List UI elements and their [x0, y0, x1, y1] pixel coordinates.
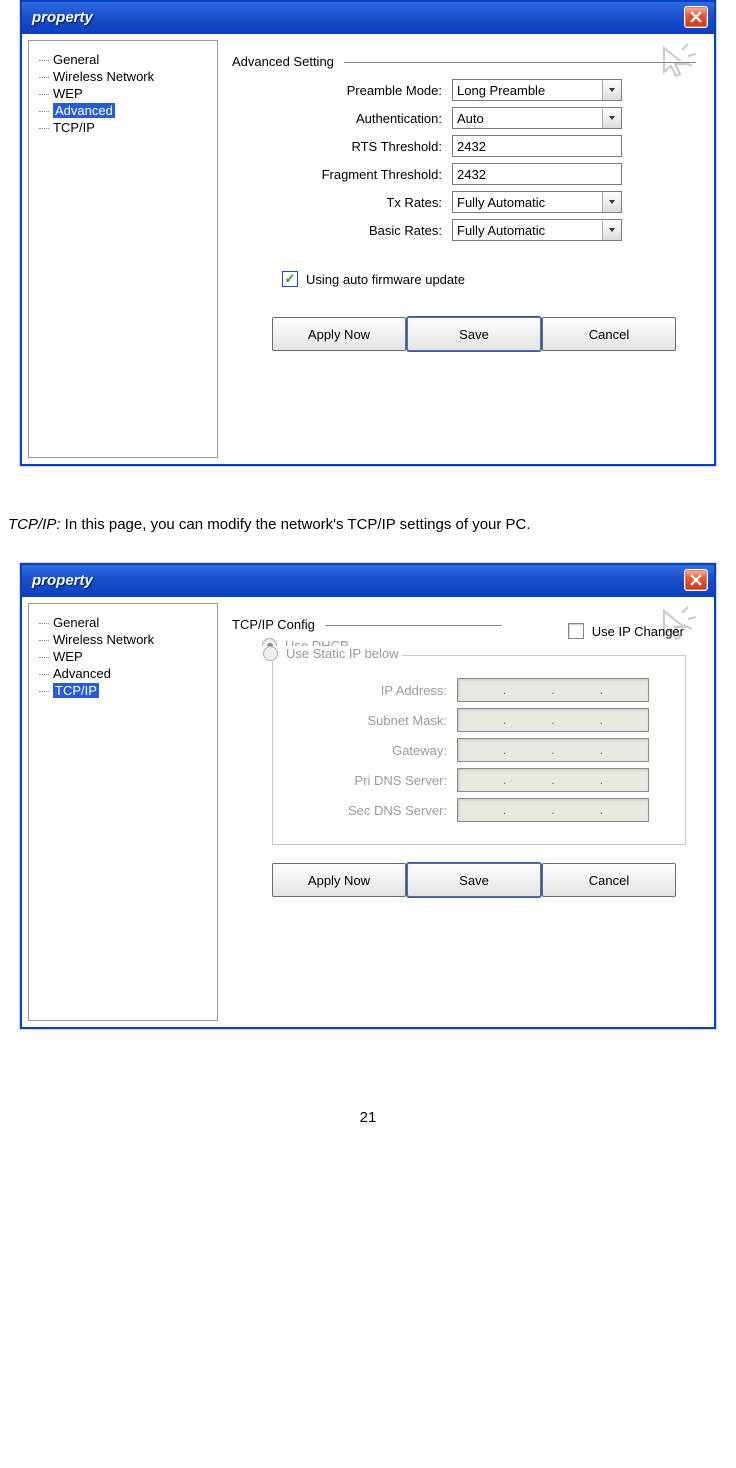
label-authentication: Authentication: — [232, 111, 452, 126]
tree-item-advanced[interactable]: Advanced — [35, 665, 211, 682]
caption-text: In this page, you can modify the network… — [61, 516, 531, 533]
label-ip-address: IP Address: — [277, 683, 457, 698]
tree-item-wep[interactable]: WEP — [35, 648, 211, 665]
label-pri-dns: Pri DNS Server: — [277, 773, 457, 788]
checkbox-auto-firmware-update[interactable] — [282, 271, 298, 287]
chevron-down-icon — [602, 220, 621, 240]
combo-basic-rates[interactable]: Fully Automatic — [452, 219, 622, 241]
save-button[interactable]: Save — [407, 317, 541, 351]
tree-item-general[interactable]: General — [35, 614, 211, 631]
chevron-down-icon — [602, 108, 621, 128]
tree-item-wep[interactable]: WEP — [35, 85, 211, 102]
save-button[interactable]: Save — [407, 863, 541, 897]
label-tx-rates: Tx Rates: — [232, 195, 452, 210]
cancel-button[interactable]: Cancel — [542, 317, 676, 351]
apply-now-button[interactable]: Apply Now — [272, 317, 406, 351]
input-pri-dns[interactable]: ... — [457, 768, 649, 792]
label-preamble-mode: Preamble Mode: — [232, 83, 452, 98]
label-subnet-mask: Subnet Mask: — [277, 713, 457, 728]
section-title: Advanced Setting — [232, 54, 344, 69]
input-sec-dns[interactable]: ... — [457, 798, 649, 822]
chevron-down-icon — [602, 192, 621, 212]
tree-item-tcpip[interactable]: TCP/IP — [35, 682, 211, 699]
titlebar[interactable]: property — [22, 565, 714, 597]
static-ip-groupbox: Use Static IP below IP Address: ... Subn… — [272, 655, 686, 845]
nav-tree[interactable]: General Wireless Network WEP Advanced TC… — [28, 40, 218, 458]
input-gateway[interactable]: ... — [457, 738, 649, 762]
apply-now-button[interactable]: Apply Now — [272, 863, 406, 897]
advanced-settings-pane: Advanced Setting Preamble Mode: Long Pre… — [222, 34, 714, 464]
tree-item-general[interactable]: General — [35, 51, 211, 68]
input-ip-address[interactable]: ... — [457, 678, 649, 702]
tree-item-advanced[interactable]: Advanced — [35, 102, 211, 119]
input-subnet-mask[interactable]: ... — [457, 708, 649, 732]
tcpip-config-pane: TCP/IP Config Use IP Changer Use DHCP Us… — [222, 597, 714, 1027]
label-use-ip-changer: Use IP Changer — [592, 624, 684, 639]
titlebar[interactable]: property — [22, 2, 714, 34]
window-title: property — [32, 572, 93, 589]
window-title: property — [32, 9, 93, 26]
tree-item-tcpip[interactable]: TCP/IP — [35, 119, 211, 136]
input-fragment-threshold[interactable] — [452, 163, 622, 185]
tcpip-caption: TCP/IP: In this page, you can modify the… — [0, 516, 736, 533]
checkbox-use-ip-changer[interactable] — [568, 623, 584, 639]
property-dialog-tcpip: property General Wireless Network WEP Ad… — [20, 563, 716, 1029]
tree-item-wireless-network[interactable]: Wireless Network — [35, 68, 211, 85]
tree-item-wireless-network[interactable]: Wireless Network — [35, 631, 211, 648]
label-fragment-threshold: Fragment Threshold: — [232, 167, 452, 182]
close-button[interactable] — [684, 569, 708, 591]
input-rts-threshold[interactable] — [452, 135, 622, 157]
label-basic-rates: Basic Rates: — [232, 223, 452, 238]
label-sec-dns: Sec DNS Server: — [277, 803, 457, 818]
nav-tree[interactable]: General Wireless Network WEP Advanced TC… — [28, 603, 218, 1021]
label-gateway: Gateway: — [277, 743, 457, 758]
close-icon — [690, 11, 702, 23]
radio-use-static-ip[interactable] — [263, 646, 278, 661]
cancel-button[interactable]: Cancel — [542, 863, 676, 897]
label-auto-firmware-update: Using auto firmware update — [306, 272, 465, 287]
close-button[interactable] — [684, 6, 708, 28]
chevron-down-icon — [602, 80, 621, 100]
close-icon — [690, 574, 702, 586]
property-dialog-advanced: property General Wireless Network WEP Ad… — [20, 0, 716, 466]
combo-tx-rates[interactable]: Fully Automatic — [452, 191, 622, 213]
section-title: TCP/IP Config — [232, 617, 325, 632]
combo-authentication[interactable]: Auto — [452, 107, 622, 129]
label-use-static-ip: Use Static IP below — [286, 646, 398, 661]
caption-lead: TCP/IP: — [8, 516, 61, 533]
combo-preamble-mode[interactable]: Long Preamble — [452, 79, 622, 101]
label-rts-threshold: RTS Threshold: — [232, 139, 452, 154]
page-number: 21 — [0, 1109, 736, 1126]
